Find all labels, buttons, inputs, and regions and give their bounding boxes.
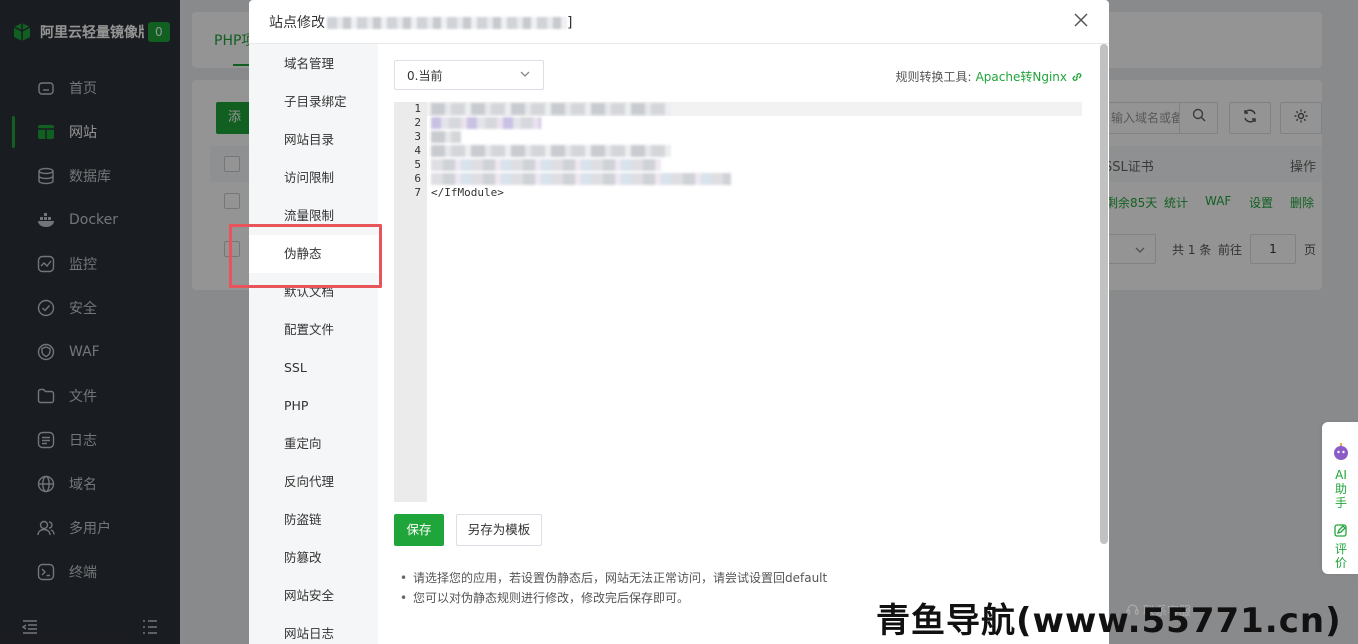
modal-title-suffix: ] [567, 14, 573, 31]
code-line-redacted [431, 130, 461, 144]
watermark: 青鱼导航(www.55771.cn) [876, 601, 1342, 641]
modal-header: 站点修改] [249, 0, 1109, 44]
code-line-redacted [431, 158, 661, 172]
edit-icon [1334, 524, 1347, 541]
save-as-template-button[interactable]: 另存为模板 [456, 514, 542, 546]
link-icon [1071, 71, 1083, 83]
rewrite-panel: 0.当前 规则转换工具: Apache转Nginx 1 2 3 4 5 6 7 [378, 44, 1109, 644]
rule-convert-tool: 规则转换工具: Apache转Nginx [896, 68, 1083, 85]
ai-assistant-panel[interactable]: AI助手 评价 [1322, 422, 1358, 574]
menu-site-security[interactable]: 网站安全 [249, 577, 378, 615]
save-button[interactable]: 保存 [394, 514, 444, 546]
menu-tamper-protection[interactable]: 防篡改 [249, 539, 378, 577]
menu-php[interactable]: PHP [249, 387, 378, 425]
line-number: 6 [414, 172, 421, 185]
code-line-redacted [431, 172, 731, 186]
code-editor[interactable]: 1 2 3 4 5 6 7 </IfModule> [394, 102, 1082, 502]
menu-ssl[interactable]: SSL [249, 349, 378, 387]
menu-site-logs[interactable]: 网站日志 [249, 615, 378, 644]
menu-access-limit[interactable]: 访问限制 [249, 159, 378, 197]
code-line-redacted [431, 102, 671, 116]
chevron-down-icon [519, 68, 531, 83]
menu-hotlink-protection[interactable]: 防盗链 [249, 501, 378, 539]
line-gutter: 1 2 3 4 5 6 7 [394, 102, 427, 502]
menu-reverse-proxy[interactable]: 反向代理 [249, 463, 378, 501]
line-number: 7 [414, 186, 421, 199]
modal-scrollbar[interactable] [1100, 44, 1108, 544]
menu-traffic-limit[interactable]: 流量限制 [249, 197, 378, 235]
tip-item: 您可以对伪静态规则进行修改，修改完后保存即可。 [398, 588, 827, 608]
menu-redirect[interactable]: 重定向 [249, 425, 378, 463]
modal-title-prefix: 站点修改 [269, 14, 325, 31]
tips-list: 请选择您的应用，若设置伪静态后，网站无法正常访问，请尝试设置回default 您… [398, 568, 827, 608]
selected-version: 0.当前 [407, 68, 443, 83]
close-button[interactable] [1071, 12, 1091, 32]
menu-default-document[interactable]: 默认文档 [249, 273, 378, 311]
line-number: 5 [414, 158, 421, 171]
menu-subdirectory-binding[interactable]: 子目录绑定 [249, 83, 378, 121]
rewrite-version-select[interactable]: 0.当前 [394, 60, 544, 90]
tool-label: 规则转换工具: [895, 70, 972, 84]
code-line-redacted [431, 144, 671, 158]
menu-domain-management[interactable]: 域名管理 [249, 45, 378, 83]
menu-rewrite[interactable]: 伪静态 [249, 235, 378, 273]
apache-to-nginx-link[interactable]: Apache转Nginx [976, 68, 1067, 85]
line-number: 1 [414, 102, 421, 115]
line-number: 4 [414, 144, 421, 157]
menu-site-directory[interactable]: 网站目录 [249, 121, 378, 159]
line-number: 2 [414, 116, 421, 129]
ai-assistant-icon [1331, 442, 1351, 466]
code-line-7: </IfModule> [431, 186, 504, 199]
code-line-redacted [431, 116, 541, 130]
modal-title: 站点修改] [269, 12, 572, 32]
rate-label[interactable]: 评价 [1334, 542, 1348, 570]
site-edit-modal: 站点修改] 域名管理 子目录绑定 网站目录 访问限制 流量限制 伪静态 默认文档… [249, 0, 1109, 644]
close-icon [1074, 13, 1088, 31]
line-number: 3 [414, 130, 421, 143]
menu-config-file[interactable]: 配置文件 [249, 311, 378, 349]
ai-assistant-label[interactable]: AI助手 [1334, 468, 1348, 510]
settings-menu: 域名管理 子目录绑定 网站目录 访问限制 流量限制 伪静态 默认文档 配置文件 … [249, 44, 378, 644]
tip-item: 请选择您的应用，若设置伪静态后，网站无法正常访问，请尝试设置回default [398, 568, 827, 588]
redacted-site-name [327, 16, 567, 29]
